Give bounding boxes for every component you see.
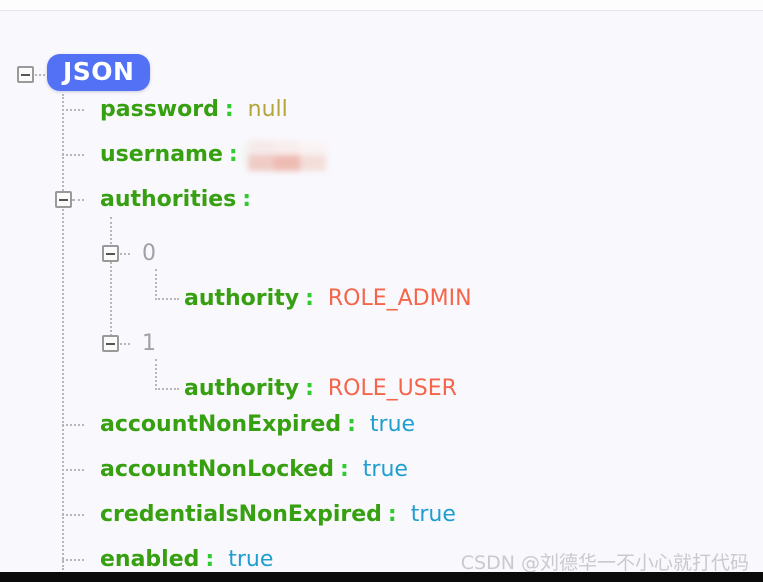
row-accountnonexpired[interactable]: accountNonExpired : true [100, 402, 415, 447]
key-authority-1: authority [184, 376, 300, 401]
value-authority-1: ROLE_USER [327, 376, 457, 401]
row-authorities-item-1[interactable]: 1 [142, 321, 156, 366]
root-badge-json[interactable]: JSON [47, 54, 151, 91]
toggle-authorities[interactable] [55, 191, 72, 208]
value-authority-0: ROLE_ADMIN [327, 286, 472, 311]
toggle-authorities-item-1[interactable] [102, 335, 119, 352]
toggle-authorities-item-0[interactable] [102, 245, 119, 262]
value-accountnonexpired: true [369, 412, 416, 437]
row-accountnonlocked[interactable]: accountNonLocked : true [100, 447, 408, 492]
colon-enabled: : [205, 547, 215, 572]
row-authorities-item-0[interactable]: 0 [142, 231, 156, 276]
top-strip [0, 0, 763, 10]
connector-spine-root [62, 94, 64, 570]
connector-stub-enabled [62, 559, 84, 561]
connector-stub-item-1 [120, 343, 130, 345]
value-accountnonlocked: true [362, 457, 408, 482]
value-enabled: true [228, 547, 274, 572]
key-authorities: authorities [100, 187, 237, 212]
colon-authorities: : [242, 187, 252, 212]
key-credentialsnonexpired: credentialsNonExpired [100, 502, 382, 527]
key-password: password [100, 97, 219, 122]
value-credentialsnonexpired: true [410, 502, 456, 527]
index-label-0: 0 [142, 241, 156, 266]
row-credentialsnonexpired[interactable]: credentialsNonExpired : true [100, 492, 456, 537]
value-password: null [247, 97, 288, 122]
key-accountnonlocked: accountNonLocked [100, 457, 334, 482]
connector-stub-password [62, 109, 84, 111]
row-enabled[interactable]: enabled : true [100, 537, 273, 572]
key-username: username [100, 142, 223, 167]
colon-accountnonexpired: : [347, 412, 356, 437]
json-canvas: JSON password : null username : authorit… [0, 11, 763, 572]
connector-stub-item-0 [120, 253, 130, 255]
row-authorities[interactable]: authorities : [100, 177, 251, 222]
key-authority-0: authority [184, 286, 300, 311]
colon-authority-1: : [305, 376, 314, 401]
connector-stub-authorities-right [73, 199, 84, 201]
key-enabled: enabled [100, 547, 200, 572]
json-tree-viewer: JSON password : null username : authorit… [0, 0, 763, 582]
bottom-bar [0, 572, 763, 582]
row-username[interactable]: username : [100, 132, 326, 177]
connector-spine-authorities [110, 217, 112, 344]
connector-stub-username [62, 154, 84, 156]
connector-elbow-authority-0 [155, 269, 179, 300]
colon-authority-0: : [305, 286, 314, 311]
connector-elbow-authority-1 [155, 359, 179, 390]
connector-root-stub [35, 74, 45, 76]
row-password[interactable]: password : null [100, 87, 288, 132]
key-accountnonexpired: accountNonExpired [100, 412, 342, 437]
connector-stub-credentialsnonexpired [62, 514, 84, 516]
colon-credentialsnonexpired: : [387, 502, 397, 527]
connector-stub-accountnonexpired [62, 424, 84, 426]
row-authority-0[interactable]: authority : ROLE_ADMIN [184, 276, 472, 321]
connector-stub-accountnonlocked [62, 469, 84, 471]
toggle-root-json[interactable] [17, 66, 34, 83]
colon-accountnonlocked: : [339, 457, 349, 482]
colon-password: : [224, 97, 234, 122]
index-label-1: 1 [142, 331, 156, 356]
value-username-redacted [235, 137, 326, 172]
csdn-watermark: CSDN @刘德华一不小心就打代码 [460, 552, 749, 574]
